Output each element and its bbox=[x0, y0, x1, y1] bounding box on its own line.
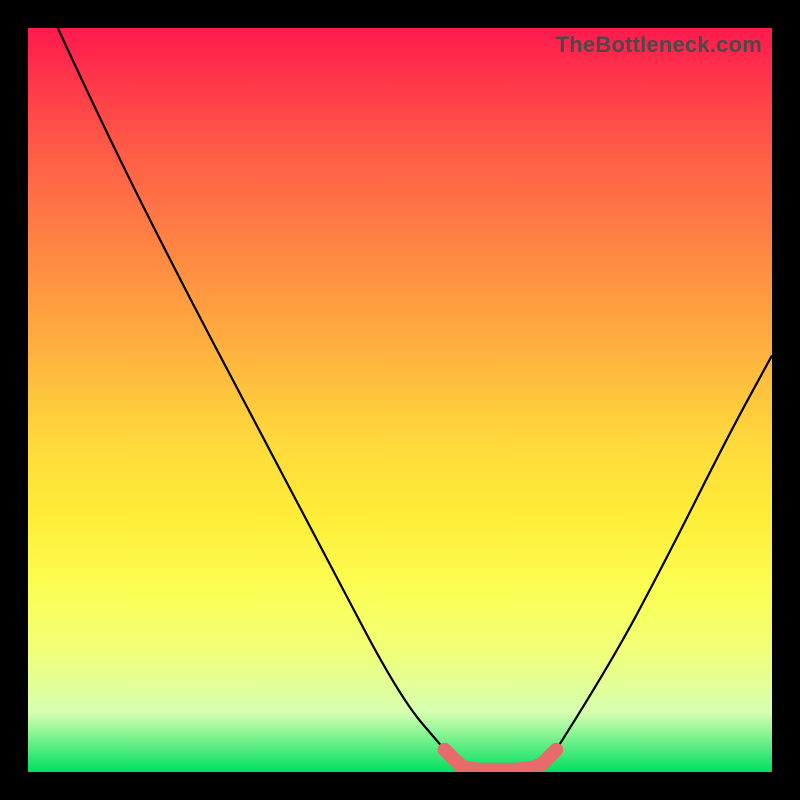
plot-area: TheBottleneck.com bbox=[28, 28, 772, 772]
valley-cap-right bbox=[541, 750, 556, 765]
right-branch-line bbox=[556, 355, 772, 749]
chart-frame: TheBottleneck.com bbox=[0, 0, 800, 800]
left-branch-line bbox=[58, 28, 445, 750]
curve-svg bbox=[28, 28, 772, 772]
valley-cap-left bbox=[445, 750, 460, 765]
